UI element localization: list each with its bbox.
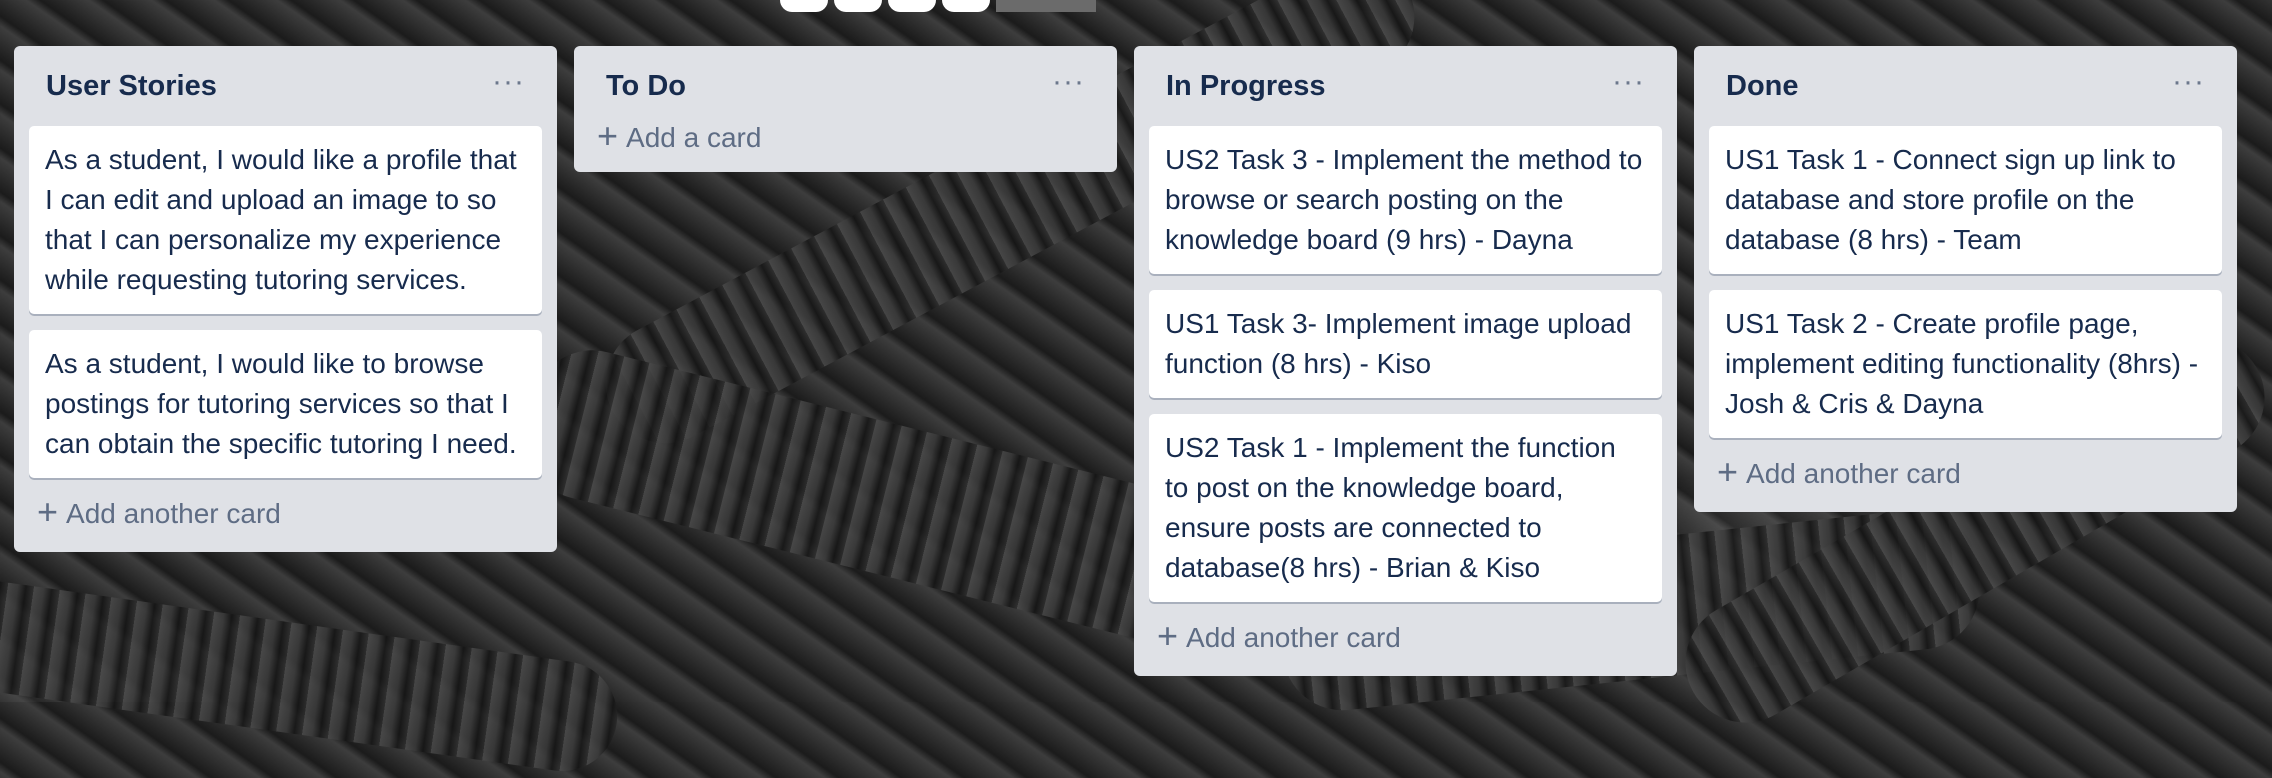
add-card-button[interactable]: + Add another card <box>29 494 542 534</box>
more-horizontal-icon[interactable]: ··· <box>1612 67 1645 105</box>
card[interactable]: US2 Task 3 - Implement the method to bro… <box>1149 126 1662 274</box>
plus-icon: + <box>37 491 59 532</box>
list-done: Done ··· US1 Task 1 - Connect sign up li… <box>1694 46 2237 512</box>
list-to-do: To Do ··· + Add a card <box>574 46 1117 172</box>
member-avatar[interactable] <box>834 0 882 12</box>
card[interactable]: As a student, I would like a profile tha… <box>29 126 542 314</box>
board-members-strip <box>780 0 1096 12</box>
list-header: Done ··· <box>1709 46 2222 126</box>
list-in-progress: In Progress ··· US2 Task 3 - Implement t… <box>1134 46 1677 676</box>
list-user-stories: User Stories ··· As a student, I would l… <box>14 46 557 552</box>
list-title[interactable]: User Stories <box>46 70 217 103</box>
add-card-button[interactable]: + Add another card <box>1709 454 2222 494</box>
list-title[interactable]: In Progress <box>1166 70 1326 103</box>
invite-button[interactable] <box>996 0 1096 12</box>
list-title[interactable]: To Do <box>606 70 686 103</box>
plus-icon: + <box>1157 615 1179 656</box>
member-avatar[interactable] <box>942 0 990 12</box>
list-header: In Progress ··· <box>1149 46 1662 126</box>
add-card-label: Add another card <box>1746 458 1961 489</box>
list-title[interactable]: Done <box>1726 70 1799 103</box>
card[interactable]: US1 Task 1 - Connect sign up link to dat… <box>1709 126 2222 274</box>
card[interactable]: US1 Task 2 - Create profile page, implem… <box>1709 290 2222 438</box>
card[interactable]: As a student, I would like to browse pos… <box>29 330 542 478</box>
more-horizontal-icon[interactable]: ··· <box>1052 67 1085 105</box>
add-card-button[interactable]: + Add another card <box>1149 618 1662 658</box>
card[interactable]: US1 Task 3- Implement image upload funct… <box>1149 290 1662 398</box>
background-tire <box>0 571 625 778</box>
list-header: User Stories ··· <box>29 46 542 126</box>
add-card-label: Add a card <box>626 122 762 153</box>
member-avatar[interactable] <box>780 0 828 12</box>
card[interactable]: US2 Task 1 - Implement the function to p… <box>1149 414 1662 602</box>
plus-icon: + <box>597 115 619 156</box>
plus-icon: + <box>1717 451 1739 492</box>
add-card-label: Add another card <box>66 498 281 529</box>
add-card-label: Add another card <box>1186 622 1401 653</box>
more-horizontal-icon[interactable]: ··· <box>492 67 525 105</box>
add-card-button[interactable]: + Add a card <box>589 118 1102 158</box>
more-horizontal-icon[interactable]: ··· <box>2172 67 2205 105</box>
list-header: To Do ··· <box>589 46 1102 126</box>
member-avatar[interactable] <box>888 0 936 12</box>
background-tire <box>512 337 1228 653</box>
